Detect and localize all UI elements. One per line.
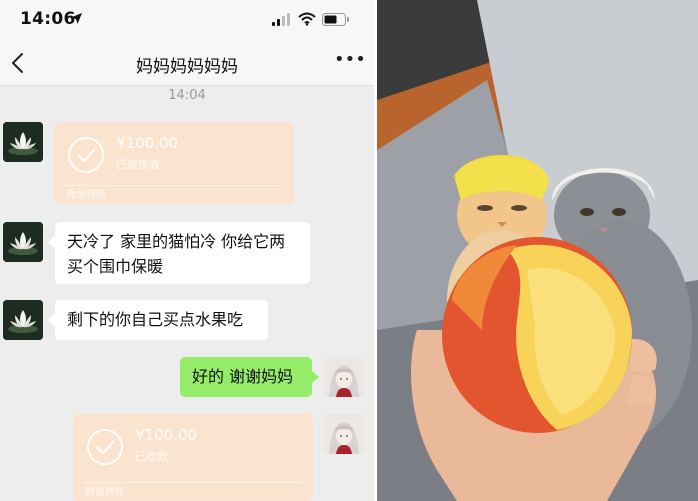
message-text: 剩下的你自己买点水果吃 xyxy=(67,310,244,329)
bubble-tail xyxy=(312,371,319,383)
message-text: 好的 谢谢妈妈 xyxy=(192,367,294,386)
lotus-image xyxy=(3,122,43,162)
anime-girl-image xyxy=(324,357,364,397)
signal-bars-icon xyxy=(272,13,290,26)
outgoing-message-bubble[interactable]: 好的 谢谢妈妈 xyxy=(180,357,312,397)
bubble-tail xyxy=(48,236,55,248)
transfer-amount: ¥100.00 xyxy=(116,134,179,152)
transfer-amount: ¥100.00 xyxy=(135,426,198,444)
anime-girl-image xyxy=(324,414,364,454)
my-avatar[interactable] xyxy=(324,414,364,454)
chat-screen: 14:06 妈妈妈妈妈妈 ••• 14:04 ¥100.00 已被接收 微信转账… xyxy=(0,0,374,501)
chat-title: 妈妈妈妈妈妈 xyxy=(136,57,238,77)
bubble-tail xyxy=(48,314,55,326)
contact-avatar[interactable] xyxy=(3,300,43,340)
transfer-footer: 微信转账 xyxy=(66,190,106,201)
wifi-icon xyxy=(298,12,316,26)
cats-apple-photo xyxy=(377,0,698,501)
location-arrow-icon xyxy=(71,13,82,24)
transfer-footer: 微信转账 xyxy=(85,487,125,498)
incoming-message-bubble[interactable]: 天冷了 家里的猫怕冷 你给它两 买个围巾保暖 xyxy=(55,222,310,284)
lotus-image xyxy=(3,300,43,340)
message-text-line: 买个围巾保暖 xyxy=(67,257,164,276)
transfer-status: 已被接收 xyxy=(116,158,160,171)
lotus-image xyxy=(3,222,43,262)
message-text-line: 天冷了 家里的猫怕冷 你给它两 xyxy=(67,232,286,251)
battery-icon xyxy=(322,13,349,26)
check-circle-icon xyxy=(68,137,104,173)
transfer-card-accepted[interactable]: ¥100.00 已收款 微信转账 xyxy=(73,414,313,501)
cats-with-apple-illustration xyxy=(377,0,698,501)
status-time: 14:06 xyxy=(20,9,76,29)
incoming-message-bubble[interactable]: 剩下的你自己买点水果吃 xyxy=(55,300,268,340)
transfer-card-received[interactable]: ¥100.00 已被接收 微信转账 xyxy=(54,122,294,204)
contact-avatar[interactable] xyxy=(3,122,43,162)
my-avatar[interactable] xyxy=(324,357,364,397)
message-timestamp: 14:04 xyxy=(168,88,206,103)
status-bar: 14:06 xyxy=(0,0,374,40)
transfer-status: 已收款 xyxy=(135,450,168,463)
check-circle-icon xyxy=(87,429,123,465)
more-dots-icon[interactable]: ••• xyxy=(334,51,366,74)
chat-header: 妈妈妈妈妈妈 ••• xyxy=(0,40,374,86)
contact-avatar[interactable] xyxy=(3,222,43,262)
